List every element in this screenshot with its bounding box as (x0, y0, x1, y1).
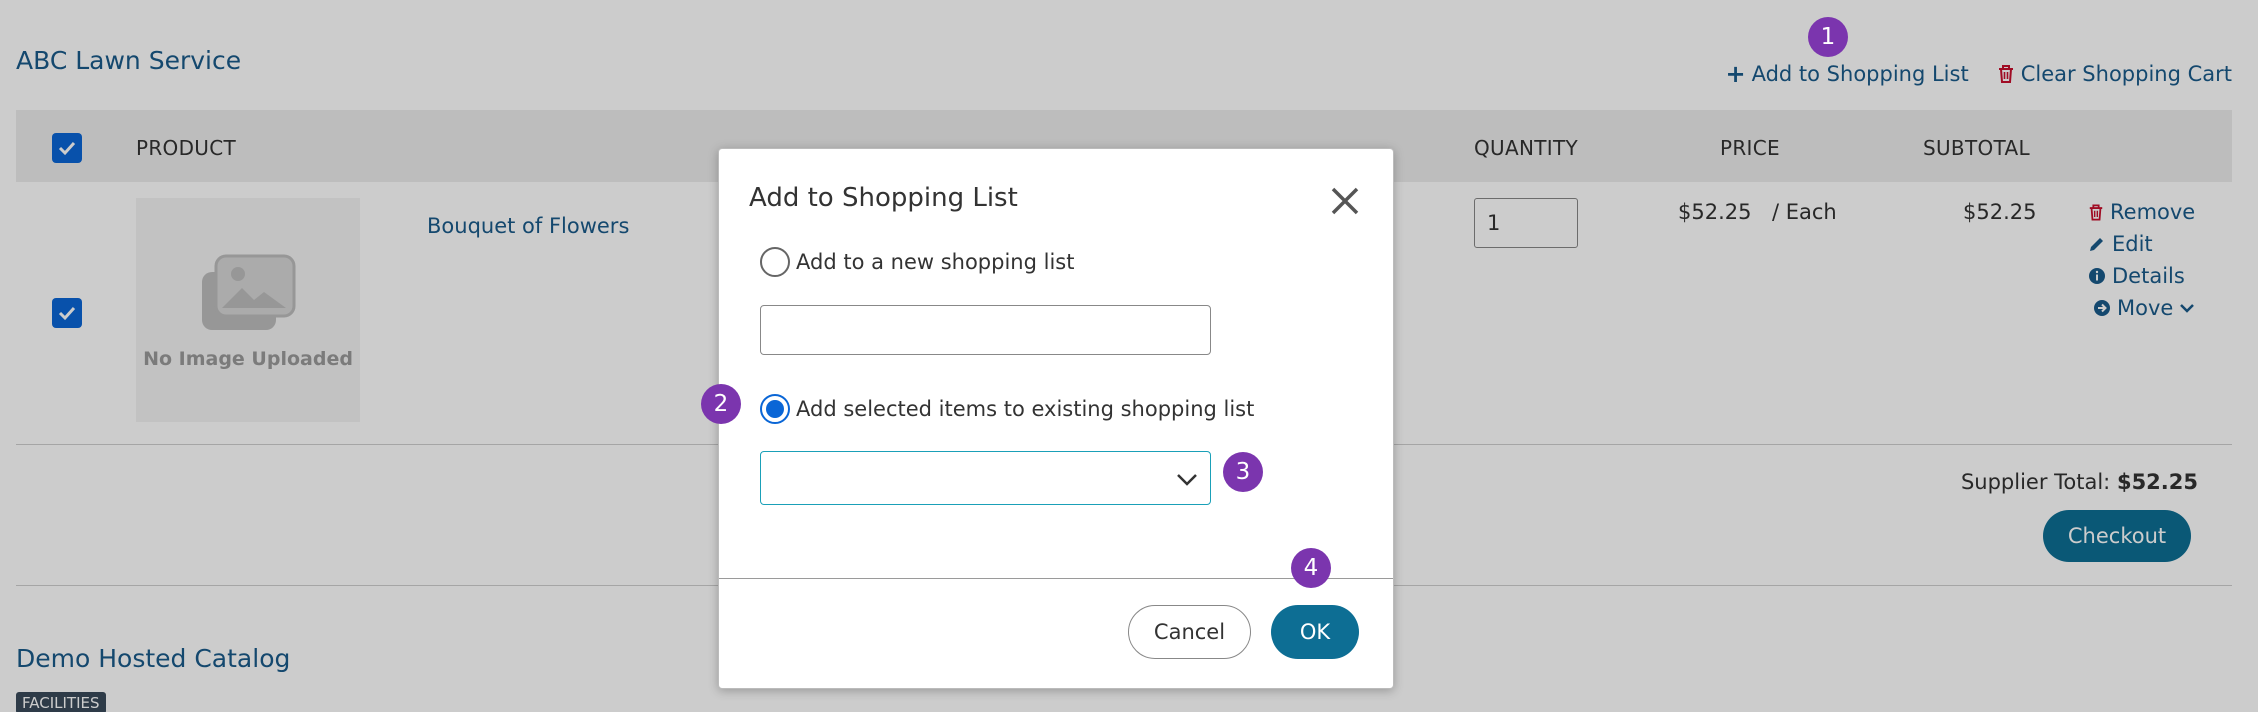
shopping-cart-page: ABC Lawn Service + Add to Shopping List … (0, 0, 2258, 712)
dialog-title: Add to Shopping List (749, 183, 1018, 213)
step-badge-4: 4 (1291, 548, 1331, 588)
ok-button[interactable]: OK (1271, 605, 1359, 659)
step-badge-1: 1 (1808, 17, 1848, 57)
dialog-footer-divider (719, 578, 1393, 579)
new-list-name-input[interactable] (760, 305, 1211, 355)
add-to-shopping-list-dialog: Add to Shopping List Add to a new shoppi… (718, 148, 1394, 689)
cancel-button[interactable]: Cancel (1128, 605, 1251, 659)
new-list-option[interactable]: Add to a new shopping list (760, 247, 1074, 277)
existing-list-select[interactable] (760, 451, 1211, 505)
chevron-down-icon (1177, 474, 1197, 486)
step-badge-2: 2 (701, 384, 741, 424)
existing-list-option[interactable]: Add selected items to existing shopping … (760, 394, 1254, 424)
existing-list-option-label: Add selected items to existing shopping … (796, 397, 1255, 421)
existing-list-radio[interactable] (760, 394, 790, 424)
new-list-radio[interactable] (760, 247, 790, 277)
new-list-option-label: Add to a new shopping list (796, 250, 1075, 274)
step-badge-3: 3 (1223, 452, 1263, 492)
close-icon[interactable] (1327, 183, 1363, 219)
